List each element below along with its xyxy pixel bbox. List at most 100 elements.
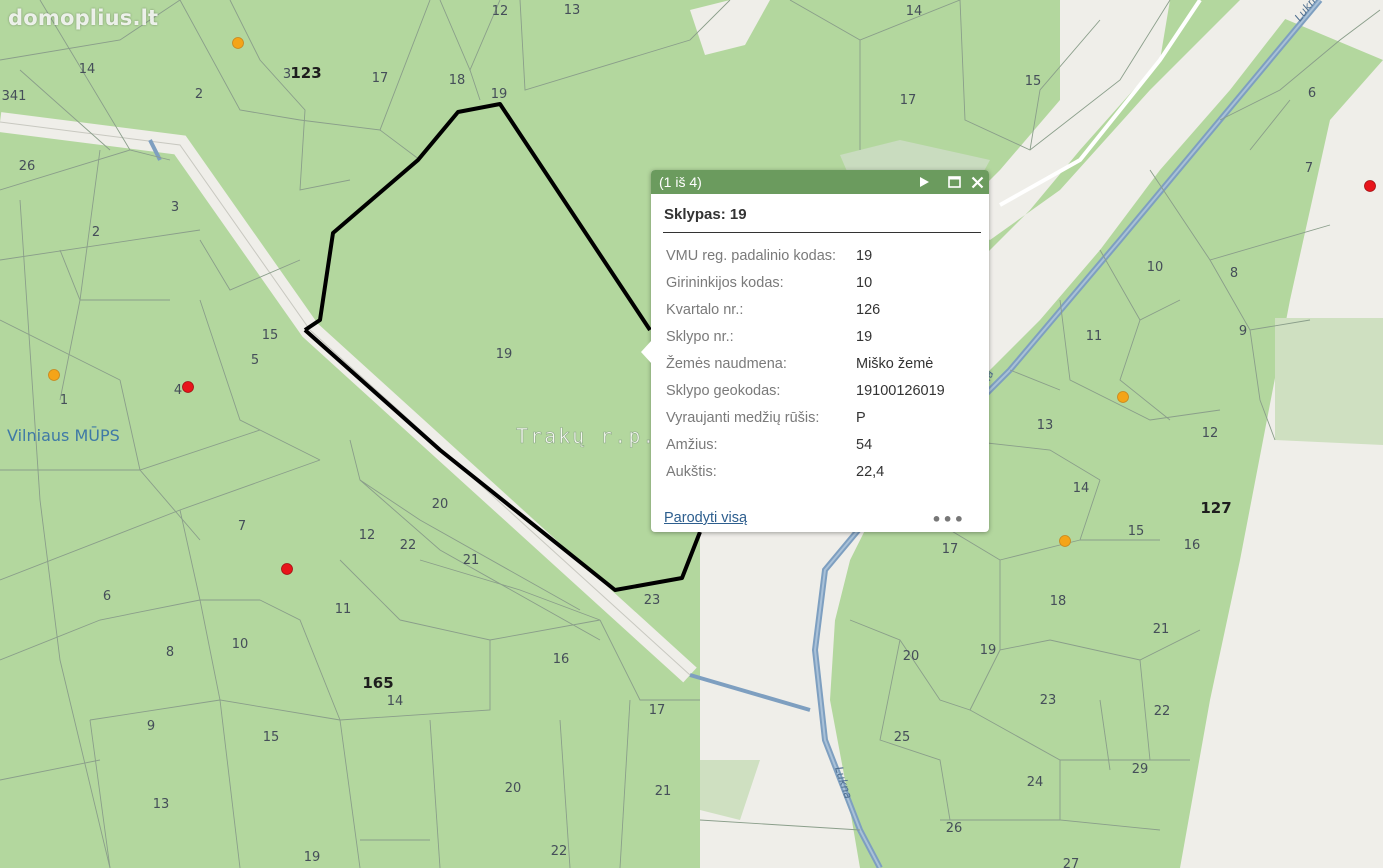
- parcel-label: 17: [649, 703, 666, 718]
- quarter-label: 165: [362, 674, 393, 692]
- feature-popup: (1 iš 4) Sklypas: 19 VMU reg. padalinio …: [641, 170, 989, 532]
- attribute-row: Sklypo nr.: 19: [666, 323, 945, 350]
- attribute-row: Žemės naudmena: Miško žemė: [666, 350, 945, 377]
- attribute-key: Girininkijos kodas:: [666, 274, 784, 291]
- attribute-value: 126: [856, 301, 881, 318]
- maximize-button[interactable]: [944, 170, 964, 194]
- parcel-label: 8: [1230, 266, 1238, 281]
- parcel-label: 12: [359, 528, 376, 543]
- parcel-label: 24: [1027, 775, 1044, 790]
- attribute-value: 54: [856, 436, 873, 453]
- parcel-label: 21: [1153, 622, 1170, 637]
- mups-label: Vilniaus MŪPS: [7, 426, 120, 445]
- parcel-label: 6: [1308, 86, 1316, 101]
- point-marker-red[interactable]: [1364, 180, 1376, 192]
- more-actions-button[interactable]: •••: [931, 510, 965, 529]
- play-icon: [920, 177, 929, 187]
- attribute-key: Sklypo geokodas:: [666, 382, 781, 399]
- attribute-key: Aukštis:: [666, 463, 717, 480]
- parcel-label: 14: [1073, 481, 1090, 496]
- parcel-label: 14: [79, 62, 96, 77]
- close-icon: [971, 176, 983, 188]
- popup-title: Sklypas: 19: [664, 206, 747, 223]
- parcel-label: 15: [1128, 524, 1145, 539]
- parcel-label: 6: [103, 589, 111, 604]
- parcel-label: 26: [19, 159, 36, 174]
- parcel-label: 18: [1050, 594, 1067, 609]
- parcel-label: 25: [894, 730, 911, 745]
- parcel-label: 21: [655, 784, 672, 799]
- attribute-row: Vyraujanti medžių rūšis: P: [666, 404, 945, 431]
- parcel-label: 8: [166, 645, 174, 660]
- parcel-label: 16: [553, 652, 570, 667]
- parcel-label: 19: [496, 347, 513, 362]
- attribute-key: VMU reg. padalinio kodas:: [666, 247, 837, 264]
- parcel-label: 5: [251, 353, 259, 368]
- attribute-row: Aukštis: 22,4: [666, 458, 945, 485]
- quarter-label: 127: [1200, 499, 1231, 517]
- parcel-label: 1: [60, 393, 68, 408]
- parcel-label: 22: [1154, 704, 1171, 719]
- attribute-value: P: [856, 409, 866, 426]
- attribute-value: 19: [856, 328, 873, 345]
- parcel-label: 23: [644, 593, 661, 608]
- parcel-label: 19: [304, 850, 321, 865]
- quarter-label: 123: [290, 64, 321, 82]
- parcel-label: 9: [147, 719, 155, 734]
- attribute-row: Girininkijos kodas: 10: [666, 269, 945, 296]
- parcel-label: 15: [263, 730, 280, 745]
- parcel-label: 11: [1086, 329, 1103, 344]
- show-all-link[interactable]: Parodyti visą: [664, 510, 747, 526]
- parcel-label: 26: [946, 821, 963, 836]
- parcel-label: 2: [195, 87, 203, 102]
- point-marker-orange[interactable]: [48, 369, 60, 381]
- parcel-label: 14: [387, 694, 404, 709]
- parcel-label: 11: [335, 602, 352, 617]
- parcel-label: 17: [900, 93, 917, 108]
- attribute-row: Amžius: 54: [666, 431, 945, 458]
- parcel-label: 13: [564, 3, 581, 18]
- point-marker-red[interactable]: [182, 381, 194, 393]
- parcel-label: 21: [463, 553, 480, 568]
- attribute-key: Vyraujanti medžių rūšis:: [666, 409, 820, 426]
- attribute-key: Kvartalo nr.:: [666, 301, 744, 318]
- point-marker-orange[interactable]: [1059, 535, 1071, 547]
- attribute-row: VMU reg. padalinio kodas: 19: [666, 242, 945, 269]
- parcel-label: 12: [492, 4, 509, 19]
- parcel-label: 14: [906, 4, 923, 19]
- attribute-value: 10: [856, 274, 873, 291]
- parcel-label: 20: [903, 649, 920, 664]
- parcel-label: 20: [505, 781, 522, 796]
- point-marker-orange[interactable]: [232, 37, 244, 49]
- point-marker-orange[interactable]: [1117, 391, 1129, 403]
- attribute-value: 19100126019: [856, 382, 945, 399]
- parcel-label: 19: [980, 643, 997, 658]
- attribute-row: Kvartalo nr.: 126: [666, 296, 945, 323]
- close-button[interactable]: [967, 170, 987, 194]
- parcel-label: 13: [153, 797, 170, 812]
- parcel-label: 4: [174, 383, 182, 398]
- next-feature-button[interactable]: [914, 170, 934, 194]
- attribute-key: Amžius:: [666, 436, 718, 453]
- meadow-patch: [1275, 318, 1383, 445]
- parcel-label: 16: [1184, 538, 1201, 553]
- maximize-icon: [947, 176, 961, 188]
- parcel-label: 7: [1305, 161, 1313, 176]
- parcel-label: 22: [400, 538, 417, 553]
- parcel-label: 2: [92, 225, 100, 240]
- watermark: domoplius.lt: [8, 6, 159, 30]
- point-marker-red[interactable]: [281, 563, 293, 575]
- attribute-row: Sklypo geokodas: 19100126019: [666, 377, 945, 404]
- parcel-label: 22: [551, 844, 568, 859]
- attribute-value: 22,4: [856, 463, 885, 480]
- parcel-label: 29: [1132, 762, 1149, 777]
- attribute-value: Miško žemė: [856, 355, 934, 372]
- attribute-table: VMU reg. padalinio kodas: 19 Girininkijos…: [666, 242, 945, 485]
- parcel-label: 17: [942, 542, 959, 557]
- district-label: Trakų r.p.: [516, 424, 656, 448]
- parcel-label: 19: [491, 87, 508, 102]
- parcel-label: 13: [1037, 418, 1054, 433]
- attribute-value: 19: [856, 247, 873, 264]
- parcel-label: 341: [2, 89, 27, 104]
- parcel-label: 15: [1025, 74, 1042, 89]
